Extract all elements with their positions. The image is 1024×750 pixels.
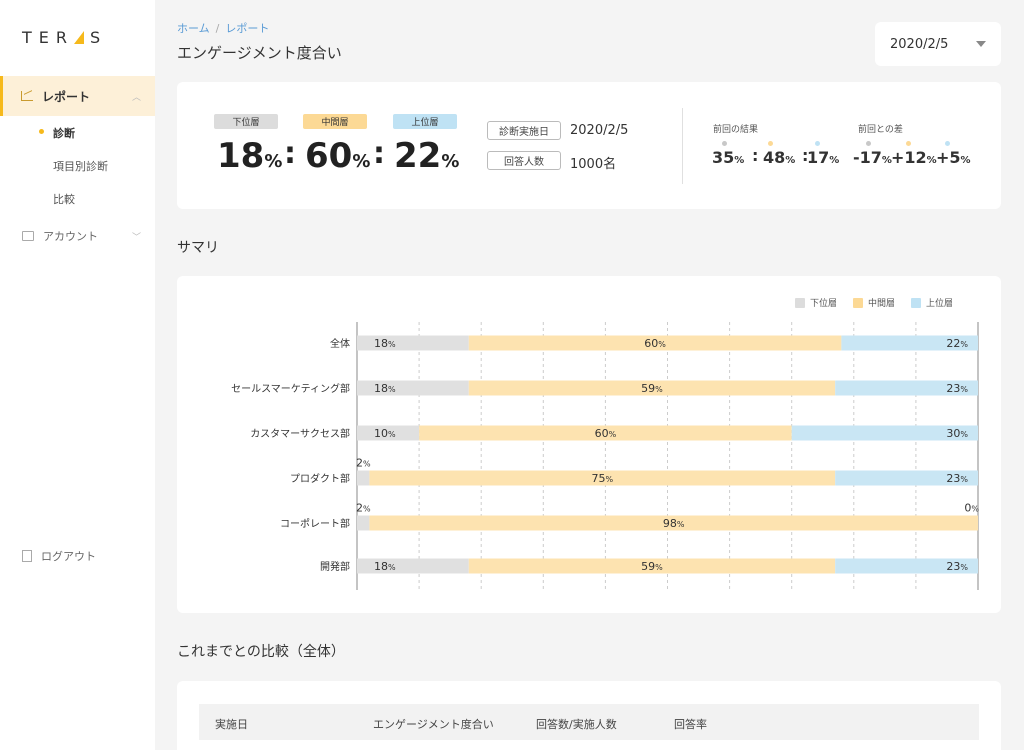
logo: TER S: [22, 28, 108, 47]
bar-segment-lower: [357, 470, 370, 486]
date-select[interactable]: 2020/2/5: [875, 22, 1001, 66]
date-select-value: 2020/2/5: [890, 36, 949, 52]
tag-middle: 中間層: [303, 114, 367, 129]
table-header-date[interactable]: 実施日: [215, 716, 248, 732]
previous-middle: 48%: [763, 148, 796, 167]
logout-icon: [22, 550, 32, 562]
category-label: 開発部: [320, 560, 350, 573]
account-icon: [22, 231, 34, 241]
sidebar: TER S レポート ︿ 診断 項目別診断 比較 アカウント ﹀ ログアウト: [0, 0, 155, 750]
upper-dot-icon: [815, 141, 820, 146]
category-label: プロダクト部: [290, 472, 350, 485]
lower-percent: 18%: [217, 136, 283, 176]
sidebar-item-label: レポート: [42, 89, 91, 104]
info-label-date: 診断実施日: [487, 121, 561, 140]
table-header-responses[interactable]: 回答数/実施人数: [536, 716, 617, 732]
chart-icon: [21, 91, 33, 101]
sidebar-subitem-item-diagnosis[interactable]: 項目別診断: [53, 158, 108, 174]
tag-lower: 下位層: [214, 114, 278, 129]
data-label: 0%: [964, 502, 979, 515]
active-dot-icon: [39, 129, 44, 134]
difference-label: 前回との差: [858, 125, 903, 135]
lower-dot-icon: [866, 141, 871, 146]
divider: [682, 108, 683, 184]
data-label: 2%: [356, 457, 371, 470]
info-label-respondents: 回答人数: [487, 151, 561, 170]
chevron-down-icon: ﹀: [131, 233, 141, 243]
middle-dot-icon: [906, 141, 911, 146]
breadcrumb-home[interactable]: ホーム: [177, 22, 210, 35]
sidebar-subitem-compare[interactable]: 比較: [53, 191, 75, 207]
comparison-table-card: 実施日 エンゲージメント度合い 回答数/実施人数 回答率: [177, 681, 1001, 750]
bar-segment-lower: [357, 515, 370, 531]
sidebar-item-label: ログアウト: [41, 550, 96, 563]
logo-mark-icon: [74, 31, 84, 44]
separator: :: [284, 136, 296, 171]
info-value-date: 2020/2/5: [570, 123, 629, 138]
sidebar-item-report[interactable]: レポート ︿: [0, 76, 155, 116]
category-label: コーポレート部: [280, 517, 350, 530]
previous-lower: 35%: [712, 148, 745, 167]
category-label: カスタマーサクセス部: [250, 427, 350, 440]
table-header: 実施日 エンゲージメント度合い 回答数/実施人数 回答率: [199, 704, 979, 740]
difference-lower: -17%: [853, 148, 892, 167]
previous-result-label: 前回の結果: [713, 125, 759, 135]
category-label: セールスマーケティング部: [231, 382, 350, 395]
separator: :: [752, 146, 759, 165]
middle-dot-icon: [768, 141, 773, 146]
table-header-rate[interactable]: 回答率: [674, 716, 707, 732]
section-title-summary: サマリ: [177, 240, 219, 256]
section-title-comparison: これまでとの比較（全体）: [177, 644, 345, 660]
stacked-bar-chart: 全体 18% 60% 22%セールスマーケティング部 18% 59% 23%カスタマーサクセ…: [231, 322, 979, 590]
sidebar-item-label: アカウント: [43, 230, 98, 243]
difference-upper: +5%: [936, 148, 971, 167]
chevron-up-icon: ︿: [131, 93, 141, 103]
separator: :: [373, 136, 385, 171]
previous-upper: 17%: [807, 148, 840, 167]
breadcrumb-report[interactable]: レポート: [225, 22, 269, 35]
difference-middle: +12%: [891, 148, 937, 167]
category-label: 全体: [330, 337, 350, 350]
lower-dot-icon: [722, 141, 727, 146]
data-label: 2%: [356, 502, 371, 515]
upper-percent: 22%: [394, 136, 460, 176]
breadcrumb: ホーム / レポート: [177, 22, 270, 35]
page-title: エンゲージメント度合い: [177, 44, 342, 62]
sidebar-item-account[interactable]: アカウント ﹀: [22, 228, 147, 244]
info-value-respondents: 1000名: [570, 157, 617, 172]
middle-percent: 60%: [305, 136, 371, 176]
sidebar-subitem-diagnosis[interactable]: 診断: [53, 125, 75, 141]
tag-upper: 上位層: [393, 114, 457, 129]
sidebar-item-logout[interactable]: ログアウト: [22, 548, 96, 564]
summary-chart-card: 下位層 中間層 上位層 全体 18% 60% 22% セールスマーケティング部 18% 59…: [177, 276, 1001, 613]
engagement-summary-card: 下位層 中間層 上位層 18% : 60% : 22% 診断実施日 2020/2…: [177, 82, 1001, 209]
table-header-engagement[interactable]: エンゲージメント度合い: [373, 716, 494, 732]
caret-down-icon: [976, 41, 986, 47]
upper-dot-icon: [945, 141, 950, 146]
